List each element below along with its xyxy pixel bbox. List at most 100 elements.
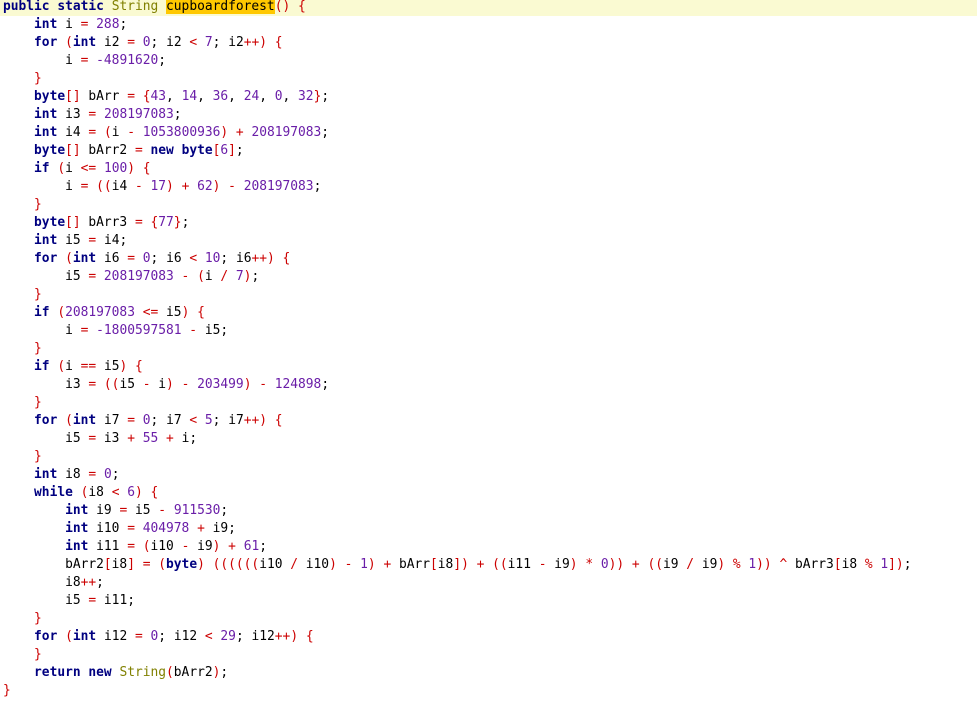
code-line[interactable]: bArr2[i8] = (byte) ((((((i10 / i10) - 1)…: [3, 556, 977, 574]
number-token: 0: [274, 89, 283, 104]
type-token: int: [34, 107, 58, 122]
number-token: 100: [103, 161, 128, 176]
operator-token: -: [142, 377, 151, 392]
punctuation-token: [205, 557, 213, 572]
operator-token: ): [259, 413, 268, 428]
punctuation-token: [189, 539, 197, 554]
identifier-token: i9: [662, 557, 679, 572]
code-line[interactable]: return new String(bArr2);: [3, 664, 977, 682]
type-token: int: [34, 125, 58, 140]
identifier-token: i11: [96, 539, 120, 554]
operator-token: ((: [647, 557, 663, 572]
code-line[interactable]: i5 = i11;: [3, 592, 977, 610]
code-line[interactable]: i3 = ((i5 - i) - 203499) - 124898;: [3, 376, 977, 394]
code-line[interactable]: if (i == i5) {: [3, 358, 977, 376]
punctuation-token: ;: [313, 179, 322, 194]
punctuation-token: [166, 503, 174, 518]
number-token: 0: [142, 35, 151, 50]
code-line[interactable]: i = ((i4 - 17) + 62) - 208197083;: [3, 178, 977, 196]
code-line[interactable]: int i9 = i5 - 911530;: [3, 502, 977, 520]
code-line[interactable]: int i4 = (i - 1053800936) + 208197083;: [3, 124, 977, 142]
punctuation-token: [88, 323, 96, 338]
code-line[interactable]: for (int i6 = 0; i6 < 10; i6++) {: [3, 250, 977, 268]
code-line[interactable]: int i = 288;: [3, 16, 977, 34]
punctuation-token: [135, 377, 143, 392]
operator-token: ++: [274, 629, 291, 644]
code-line[interactable]: byte[] bArr3 = {77};: [3, 214, 977, 232]
code-line[interactable]: }: [3, 646, 977, 664]
code-line[interactable]: for (int i7 = 0; i7 < 5; i7++) {: [3, 412, 977, 430]
type-token: byte: [34, 89, 66, 104]
punctuation-token: [787, 557, 795, 572]
punctuation-token: [96, 251, 104, 266]
punctuation-token: [57, 107, 65, 122]
number-token: 32: [298, 89, 314, 104]
punctuation-token: [3, 611, 34, 626]
punctuation-token: [96, 629, 104, 644]
code-line[interactable]: }: [3, 682, 977, 700]
operator-token: {: [135, 359, 143, 374]
punctuation-token: [73, 179, 81, 194]
code-line[interactable]: int i5 = i4;: [3, 232, 977, 250]
code-line-current[interactable]: public static String cupboardforest() {: [0, 0, 977, 16]
code-line[interactable]: int i8 = 0;: [3, 466, 977, 484]
code-line[interactable]: }: [3, 340, 977, 358]
code-line[interactable]: }: [3, 448, 977, 466]
code-line[interactable]: i = -1800597581 - i5;: [3, 322, 977, 340]
punctuation-token: [135, 125, 143, 140]
operator-token: <: [189, 413, 198, 428]
operator-token: =: [135, 629, 143, 644]
operator-token: {: [274, 413, 283, 428]
punctuation-token: [3, 35, 34, 50]
code-line[interactable]: i5 = 208197083 - (i / 7);: [3, 268, 977, 286]
code-line[interactable]: }: [3, 196, 977, 214]
operator-token: }: [34, 287, 42, 302]
code-line[interactable]: }: [3, 70, 977, 88]
operator-token: =: [127, 251, 135, 266]
code-line[interactable]: }: [3, 610, 977, 628]
code-line[interactable]: byte[] bArr = {43, 14, 36, 24, 0, 32};: [3, 88, 977, 106]
operator-token: ((: [492, 557, 508, 572]
punctuation-token: ;: [181, 215, 190, 230]
code-line[interactable]: if (208197083 <= i5) {: [3, 304, 977, 322]
punctuation-token: ;: [212, 35, 229, 50]
operator-token: (: [65, 35, 73, 50]
operator-token: ): [134, 485, 143, 500]
punctuation-token: [3, 647, 34, 662]
code-line[interactable]: i5 = i3 + 55 + i;: [3, 430, 977, 448]
punctuation-token: [135, 431, 143, 446]
code-line[interactable]: i = -4891620;: [3, 52, 977, 70]
code-line[interactable]: for (int i12 = 0; i12 < 29; i12++) {: [3, 628, 977, 646]
code-line[interactable]: int i10 = 404978 + i9;: [3, 520, 977, 538]
code-editor[interactable]: public static String cupboardforest() { …: [0, 0, 977, 700]
code-line[interactable]: int i3 = 208197083;: [3, 106, 977, 124]
type-token: int: [65, 503, 89, 518]
code-line[interactable]: if (i <= 100) {: [3, 160, 977, 178]
punctuation-token: [3, 485, 34, 500]
number-token: 43: [150, 89, 167, 104]
search-match-highlight: cupboardforest: [166, 0, 275, 14]
identifier-token: i8: [65, 467, 81, 482]
code-line[interactable]: byte[] bArr2 = new byte[6];: [3, 142, 977, 160]
operator-token: ): [220, 125, 229, 140]
type-token: byte: [181, 143, 213, 158]
punctuation-token: [3, 395, 34, 410]
punctuation-token: [593, 557, 601, 572]
punctuation-token: [531, 557, 539, 572]
punctuation-token: [189, 521, 197, 536]
operator-token: -: [158, 503, 167, 518]
code-line[interactable]: for (int i2 = 0; i2 < 7; i2++) {: [3, 34, 977, 52]
punctuation-token: ;: [158, 629, 174, 644]
code-line[interactable]: int i11 = (i10 - i9) + 61;: [3, 538, 977, 556]
punctuation-token: [857, 557, 865, 572]
code-line[interactable]: }: [3, 286, 977, 304]
punctuation-token: ;: [119, 17, 128, 32]
punctuation-token: [127, 143, 135, 158]
code-line[interactable]: while (i8 < 6) {: [3, 484, 977, 502]
punctuation-token: ;: [321, 377, 330, 392]
number-token: 0: [142, 251, 151, 266]
code-line[interactable]: i8++;: [3, 574, 977, 592]
code-line[interactable]: }: [3, 394, 977, 412]
identifier-token: i2: [166, 35, 182, 50]
operator-token: =: [127, 413, 135, 428]
